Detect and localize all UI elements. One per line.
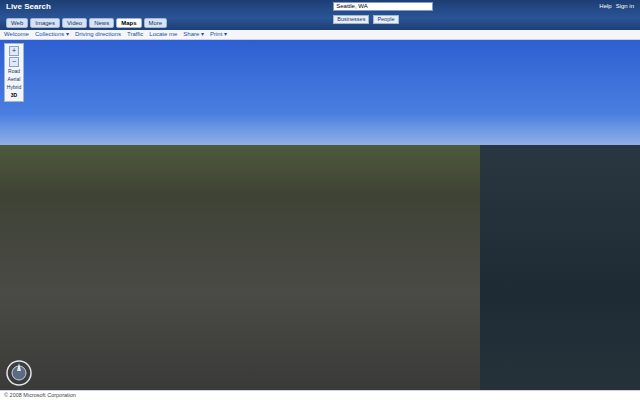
map-controls: +−RoadAerialHybrid3D [4,43,24,102]
toolbar-link[interactable]: Print ▾ [210,30,227,39]
map-style-option[interactable]: Aerial [8,76,21,83]
map-view[interactable]: +−RoadAerialHybrid3D [0,40,640,390]
header: Live Search WebImagesVideoNewsMapsMore Bus… [0,0,640,30]
tab[interactable]: News [89,18,114,28]
compass-icon[interactable] [6,360,32,386]
tab[interactable]: Maps [116,18,141,28]
header-link[interactable]: Sign in [616,2,634,11]
map-sky [0,40,640,145]
search-area: Businesses People [333,2,433,24]
map-style-option[interactable]: 3D [11,92,17,99]
map-water [480,145,640,390]
status-bar: © 2008 Microsoft Corporation [0,390,640,400]
toolbar-link[interactable]: Collections ▾ [35,30,69,39]
tab-bar: WebImagesVideoNewsMapsMore [6,18,167,28]
zoom-out-button[interactable]: − [9,57,19,67]
brand-area: Live Search WebImagesVideoNewsMapsMore [6,2,167,28]
toolbar-link[interactable]: Locate me [149,30,177,39]
toolbar-link[interactable]: Traffic [127,30,143,39]
search-button[interactable]: Businesses [333,15,369,24]
toolbar: Welcome Collections ▾ Driving directions Tr… [0,30,640,40]
tab[interactable]: Images [30,18,60,28]
toolbar-link[interactable]: Welcome [4,30,29,39]
brand-logo[interactable]: Live Search [6,2,167,12]
map-style-option[interactable]: Hybrid [7,84,21,91]
search-field[interactable] [333,2,433,11]
header-link[interactable]: Help [599,2,611,11]
map-ground [0,145,640,390]
map-style-option[interactable]: Road [8,68,20,75]
toolbar-link[interactable]: Share ▾ [183,30,204,39]
tab[interactable]: More [144,18,168,28]
map-city [0,145,480,390]
search-buttons: Businesses People [333,15,433,24]
copyright-text: © 2008 Microsoft Corporation [4,391,76,400]
search-button[interactable]: People [373,15,398,24]
toolbar-link[interactable]: Driving directions [75,30,121,39]
header-links: Help Sign in [599,2,634,11]
zoom-in-button[interactable]: + [9,46,19,56]
tab[interactable]: Video [62,18,87,28]
tab[interactable]: Web [6,18,28,28]
